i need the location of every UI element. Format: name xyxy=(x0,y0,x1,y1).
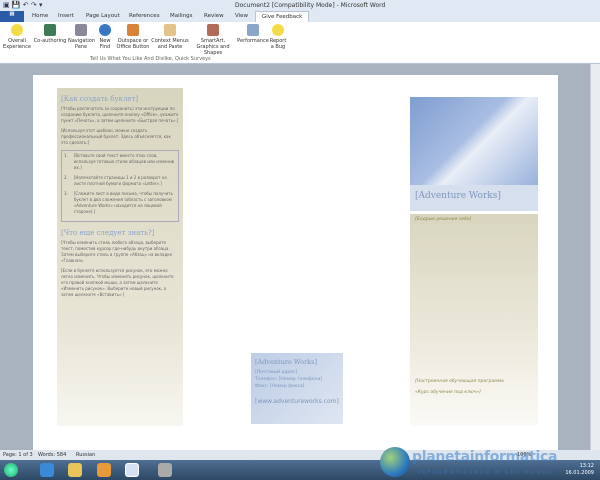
document-icon xyxy=(75,24,87,36)
cover-subtitle: [Бодрые решения себе] xyxy=(415,217,472,222)
window-title: Document2 [Compatibility Mode] - Microso… xyxy=(235,2,386,9)
left-panel: [Как создать буклет] [Чтобы распечатать … xyxy=(57,88,183,426)
group-label: Tell Us What You Like And Dislike, Quick… xyxy=(90,56,211,62)
stopwatch-icon xyxy=(247,24,259,36)
cover-title: [Adventure Works] xyxy=(410,185,538,211)
tab-view[interactable]: View xyxy=(235,13,248,19)
smiley-icon xyxy=(11,24,23,36)
overall-experience-button[interactable]: Overall Experience xyxy=(3,24,31,50)
list-number: 1. xyxy=(64,153,68,158)
contact-box: [Adventure Works] [Почтовый адрес] Телеф… xyxy=(251,353,343,424)
office-icon xyxy=(127,24,139,36)
phone: Телефон: [Номер телефона] xyxy=(255,377,323,382)
app-icon[interactable] xyxy=(158,463,172,477)
list-number: 2. xyxy=(64,175,68,180)
button-label: Navigation Pane xyxy=(68,38,95,50)
report-bug-button[interactable]: Report a Bug xyxy=(268,24,288,50)
paragraph: [Чтобы распечатать (и сохранить) эти инс… xyxy=(61,106,179,123)
heading-what-else: [Что еще следует знать?] xyxy=(61,229,155,237)
context-menus-button[interactable]: Context Menus and Paste xyxy=(151,24,189,50)
tab-references[interactable]: References xyxy=(129,13,160,19)
title-bar: ▣ 💾 ↶ ↷ ▾ Document2 [Compatibility Mode]… xyxy=(0,0,600,11)
magnifier-icon xyxy=(99,24,111,36)
paragraph: [Чтобы изменить стиль любого абзаца, выб… xyxy=(61,240,173,263)
cover-line: «Курс обучения под ключ»] xyxy=(415,390,481,395)
language[interactable]: Russian xyxy=(76,452,95,458)
people-icon xyxy=(44,24,56,36)
tab-home[interactable]: Home xyxy=(32,13,48,19)
outspace-button[interactable]: Outspace or Office Button xyxy=(115,24,151,50)
ie-icon[interactable] xyxy=(40,463,54,477)
watermark: planetainformatica xyxy=(412,449,558,465)
list-item: 3. [Сложите лист в виде письма, чтобы пол… xyxy=(64,191,176,215)
quick-access-toolbar[interactable]: ▣ 💾 ↶ ↷ ▾ xyxy=(3,1,42,9)
list-text: [Напечатайте страницы 1 и 2 в разворот н… xyxy=(73,175,167,186)
button-label: New Find xyxy=(99,38,111,50)
paragraph: [Если в буклете используется рисунок, ег… xyxy=(61,268,174,297)
list-item: 2. [Напечатайте страницы 1 и 2 в разворот… xyxy=(64,175,176,187)
folder-icon[interactable] xyxy=(68,463,82,477)
address: [Почтовый адрес] xyxy=(255,370,298,375)
list-text: [Вставьте свой текст вместо этих слов, и… xyxy=(73,153,175,170)
cover-image[interactable] xyxy=(410,97,538,185)
button-label: Performance xyxy=(237,38,269,44)
new-find-button[interactable]: New Find xyxy=(96,24,114,50)
office-button[interactable]: ▦ xyxy=(0,11,24,22)
list-text: [Сложите лист в виде письма, чтобы получ… xyxy=(73,191,173,214)
tab-insert[interactable]: Insert xyxy=(58,13,74,19)
shapes-icon xyxy=(207,24,219,36)
navigation-pane-button[interactable]: Navigation Pane xyxy=(68,24,95,50)
clipboard-icon xyxy=(164,24,176,36)
performance-button[interactable]: Performance xyxy=(237,24,269,44)
cover-line: [Настроенная обучающая программа xyxy=(415,379,504,384)
cover-panel: [Бодрые решения себе] [Настроенная обуча… xyxy=(410,214,538,426)
vertical-scrollbar[interactable] xyxy=(590,64,600,450)
ribbon-tabs: ▦ Home Insert Page Layout References Mai… xyxy=(0,11,600,22)
fax: Факс: [Номер факса] xyxy=(255,384,305,389)
paragraph: [Используя этот шаблон, можно создать пр… xyxy=(61,128,171,145)
watermark-logo xyxy=(380,447,410,477)
tab-mailings[interactable]: Mailings xyxy=(170,13,193,19)
smiley-icon xyxy=(272,24,284,36)
word-count[interactable]: Words: 584 xyxy=(38,452,66,458)
tab-give-feedback[interactable]: Give Feedback xyxy=(255,11,310,22)
heading-how-to: [Как создать буклет] xyxy=(61,95,139,103)
button-label: Overall Experience xyxy=(3,38,31,50)
company-name: [Adventure Works] xyxy=(255,358,317,366)
ribbon: Overall Experience Co-authoring Navigati… xyxy=(0,22,600,64)
start-button[interactable] xyxy=(4,463,18,477)
media-player-icon[interactable] xyxy=(97,463,111,477)
word-icon[interactable] xyxy=(125,463,139,477)
button-label: SmartArt, Graphics and Shapes xyxy=(196,38,230,56)
smartart-button[interactable]: SmartArt, Graphics and Shapes xyxy=(190,24,236,56)
button-label: Context Menus and Paste xyxy=(151,38,189,50)
list-number: 3. xyxy=(64,191,68,196)
steps-list: 1. [Вставьте свой текст вместо этих слов,… xyxy=(61,150,179,222)
page-count[interactable]: Page: 1 of 3 xyxy=(3,452,33,458)
button-label: Report a Bug xyxy=(269,38,287,50)
tab-page-layout[interactable]: Page Layout xyxy=(86,13,120,19)
co-authoring-button[interactable]: Co-authoring xyxy=(32,24,68,44)
button-label: Co-authoring xyxy=(33,38,67,44)
list-item: 1. [Вставьте свой текст вместо этих слов,… xyxy=(64,153,176,171)
button-label: Outspace or Office Button xyxy=(116,38,150,50)
tab-review[interactable]: Review xyxy=(204,13,224,19)
website: [www.adventureworks.com] xyxy=(255,398,339,405)
watermark-tagline: INFORMATIZANDO O SEU MUNDO xyxy=(418,470,554,476)
